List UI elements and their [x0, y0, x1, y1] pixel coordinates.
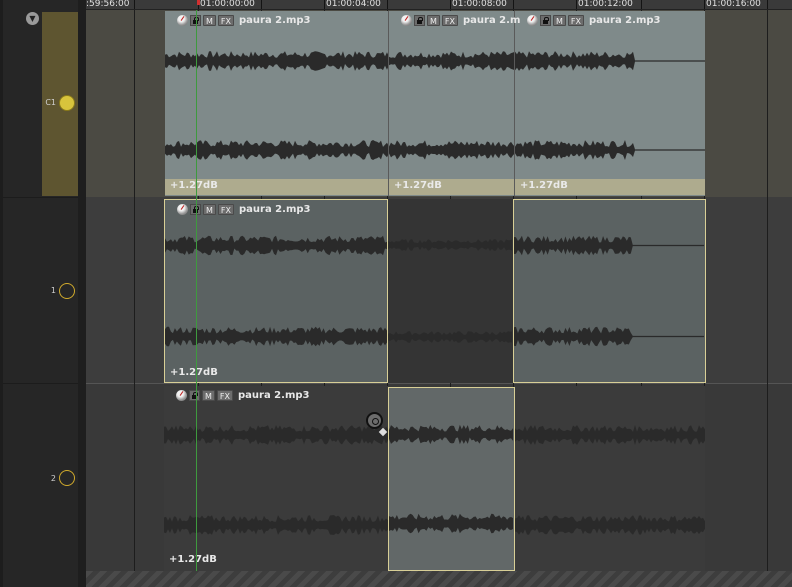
- waveform-channel: [388, 331, 512, 343]
- lock-icon[interactable]: [414, 14, 425, 26]
- panel-splitter[interactable]: [78, 0, 86, 587]
- item-name: paura 2.mp3: [239, 203, 311, 215]
- waveform-channel: [514, 326, 705, 347]
- waveform: [515, 425, 705, 535]
- edit-cursor-marker[interactable]: [197, 0, 200, 5]
- item-split-line: [388, 11, 389, 196]
- item-name: paura 2.m: [463, 14, 521, 26]
- fx-button[interactable]: FX: [217, 14, 234, 26]
- fx-button[interactable]: FX: [216, 389, 233, 401]
- track-2-record-arm[interactable]: [59, 470, 75, 486]
- item-volume-label: +1.27dB: [170, 180, 218, 191]
- item-name: paura 2.mp3: [238, 389, 310, 401]
- end-of-project-area: [86, 571, 792, 587]
- track-1-number: 1: [50, 286, 56, 295]
- track-c1-record-arm[interactable]: [59, 95, 75, 111]
- mute-button[interactable]: M: [553, 14, 566, 26]
- item-header: M FX paura 2.mp3: [527, 14, 660, 26]
- mute-button[interactable]: M: [203, 203, 216, 215]
- waveform-channel: [165, 140, 705, 160]
- trim-cursor-icon: [366, 412, 383, 429]
- track-divider: [3, 383, 78, 384]
- lock-icon[interactable]: [189, 389, 200, 401]
- media-item-selected[interactable]: [513, 199, 706, 383]
- track-divider: [3, 197, 78, 198]
- waveform-channel: [165, 51, 705, 71]
- timeline-ruler[interactable]: :59:56:00 01:00:00:00 01:00:04:00 01:00:…: [86, 0, 792, 10]
- track-control-panel: ▼ C1 1 2: [0, 0, 78, 587]
- waveform-channel: [165, 235, 387, 256]
- item-volume-knob-icon[interactable]: [177, 203, 188, 215]
- item-split-line: [514, 11, 515, 196]
- media-item-selected[interactable]: [388, 387, 515, 571]
- waveform-channel: [164, 515, 388, 535]
- item-volume-label: +1.27dB: [520, 180, 568, 191]
- item-name: paura 2.mp3: [589, 14, 661, 26]
- item-volume-label: +1.27dB: [394, 180, 442, 191]
- waveform-channel: [515, 425, 705, 445]
- waveform: [389, 424, 514, 534]
- mute-button[interactable]: M: [202, 389, 215, 401]
- arrange-view[interactable]: +1.27dB +1.27dB +1.27dB M FX paura 2.mp3…: [86, 10, 792, 587]
- fx-button[interactable]: FX: [441, 14, 458, 26]
- ruler-label: 01:00:16:00: [706, 0, 761, 9]
- item-name: paura 2.mp3: [239, 14, 311, 26]
- ruler-label: 01:00:04:00: [326, 0, 381, 9]
- item-volume-knob-icon[interactable]: [177, 14, 188, 26]
- item-volume-knob-icon[interactable]: [527, 14, 538, 26]
- ruler-label: 01:00:00:00: [200, 0, 255, 9]
- waveform: [165, 235, 387, 347]
- item-volume-label: +1.27dB: [170, 367, 218, 378]
- item-volume-label: +1.27dB: [169, 554, 217, 565]
- waveform-channel: [389, 424, 514, 445]
- fx-button[interactable]: FX: [217, 203, 234, 215]
- item-volume-knob-icon[interactable]: [176, 389, 187, 401]
- waveform: [514, 235, 705, 347]
- item-header: M FX paura 2.mp3: [177, 203, 310, 215]
- mute-button[interactable]: M: [203, 14, 216, 26]
- ruler-label: 01:00:08:00: [452, 0, 507, 9]
- item-header: M FX paura 2.m: [401, 14, 520, 26]
- waveform-channel: [515, 515, 705, 535]
- waveform: [165, 51, 705, 160]
- waveform-channel: [514, 235, 705, 256]
- media-item[interactable]: +1.27dB +1.27dB +1.27dB M FX paura 2.mp3…: [165, 11, 705, 196]
- media-item[interactable]: M FX paura 2.mp3 +1.27dB: [164, 386, 388, 571]
- media-item[interactable]: [388, 199, 513, 383]
- item-header: M FX paura 2.mp3: [177, 14, 310, 26]
- ruler-label: :59:56:00: [86, 0, 130, 9]
- waveform-channel: [164, 425, 388, 445]
- item-volume-knob-icon[interactable]: [401, 14, 412, 26]
- media-item-selected[interactable]: M FX paura 2.mp3 +1.27dB: [164, 199, 388, 383]
- waveform-channel: [165, 326, 387, 347]
- track-1-record-arm[interactable]: [59, 283, 75, 299]
- panel-edge: [0, 0, 3, 587]
- grid-line: [134, 10, 135, 587]
- grid-line: [767, 10, 768, 587]
- ruler-label: 01:00:12:00: [578, 0, 633, 9]
- waveform: [388, 239, 512, 343]
- play-cursor: [196, 10, 197, 571]
- waveform-channel: [389, 513, 514, 534]
- media-item[interactable]: [515, 386, 705, 571]
- collapse-folder-icon[interactable]: ▼: [26, 12, 39, 25]
- lock-icon[interactable]: [540, 14, 551, 26]
- mute-button[interactable]: M: [427, 14, 440, 26]
- track-2-number: 2: [50, 474, 56, 483]
- waveform-channel: [388, 239, 512, 251]
- fx-button[interactable]: FX: [567, 14, 584, 26]
- waveform: [164, 425, 388, 535]
- track-c1-number: C1: [45, 98, 56, 107]
